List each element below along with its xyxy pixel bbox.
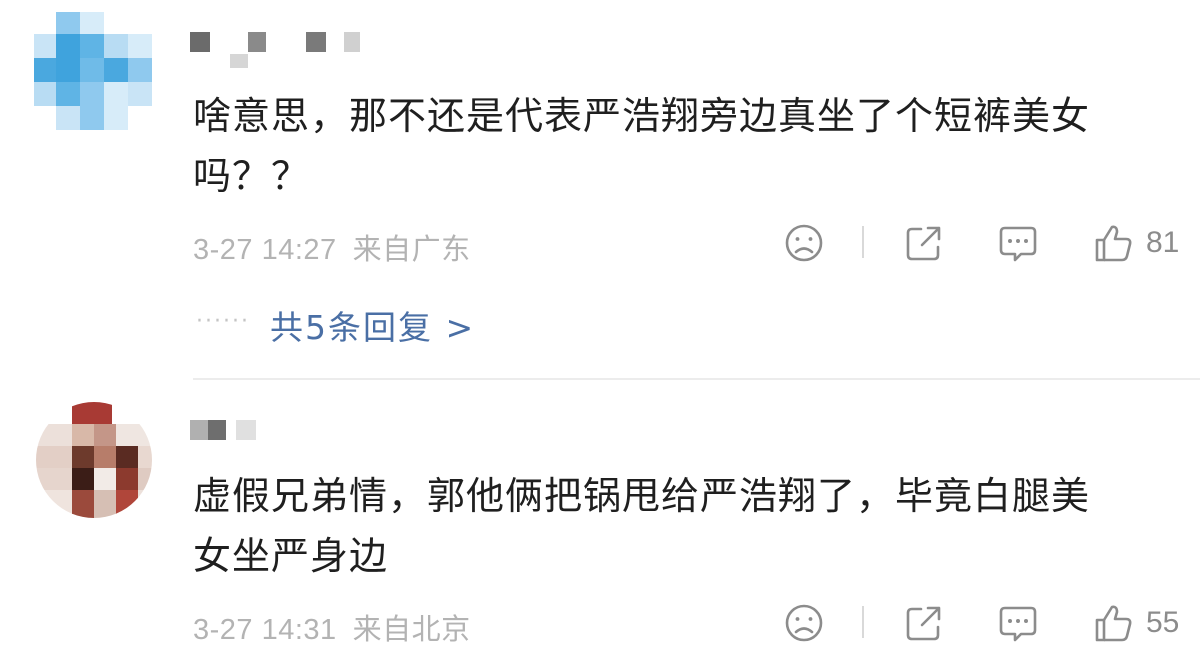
location: 来自北京	[352, 612, 471, 646]
share-button[interactable]	[902, 598, 946, 648]
comment-text-line: 啥意思，那不还是代表严浩翔旁边真坐了个短裤美女	[193, 94, 1091, 138]
like-count: 55	[1146, 606, 1180, 639]
comment-icon	[996, 221, 1040, 265]
avatar[interactable]	[34, 12, 152, 130]
comment-text-line: 女坐严身边	[193, 534, 389, 578]
like-icon	[1092, 601, 1136, 645]
like-button[interactable]: 81	[1092, 218, 1179, 268]
comment-text-line: 吗？？	[193, 154, 311, 198]
dislike-icon	[782, 601, 826, 645]
comment-button[interactable]	[996, 218, 1040, 268]
dislike-icon	[782, 221, 826, 265]
share-icon	[902, 601, 946, 645]
timestamp: 3-27 14:27	[193, 234, 337, 266]
replies-dots: ······	[196, 308, 250, 334]
avatar[interactable]	[36, 402, 152, 518]
location: 来自广东	[352, 232, 471, 266]
dislike-button[interactable]	[782, 218, 826, 268]
action-divider	[862, 606, 864, 638]
view-replies-link[interactable]: ······ 共5条回复 >	[196, 300, 475, 350]
timestamp: 3-27 14:31	[193, 614, 337, 646]
comment-text: 虚假兄弟情，郭他俩把锅甩给严浩翔了，毕竟白腿美 女坐严身边	[193, 466, 1173, 586]
comment-button[interactable]	[996, 598, 1040, 648]
comment-item: 啥意思，那不还是代表严浩翔旁边真坐了个短裤美女 吗？？ 3-27 14:27 来自…	[0, 0, 1200, 380]
comment-item: 虚假兄弟情，郭他俩把锅甩给严浩翔了，毕竟白腿美 女坐严身边 3-27 14:31…	[0, 380, 1200, 646]
share-button[interactable]	[902, 218, 946, 268]
comment-icon	[996, 601, 1040, 645]
like-icon	[1092, 221, 1136, 265]
like-count: 81	[1146, 226, 1180, 259]
username[interactable]	[190, 32, 370, 68]
comment-text: 啥意思，那不还是代表严浩翔旁边真坐了个短裤美女 吗？？	[193, 86, 1173, 206]
dislike-button[interactable]	[782, 598, 826, 648]
action-bar: 55	[782, 598, 1200, 648]
comment-text-line: 虚假兄弟情，郭他俩把锅甩给严浩翔了，毕竟白腿美	[193, 474, 1091, 518]
action-divider	[862, 226, 864, 258]
comment-meta: 3-27 14:31 来自北京	[193, 606, 471, 648]
like-button[interactable]: 55	[1092, 598, 1179, 648]
action-bar: 81	[782, 218, 1200, 268]
username[interactable]	[190, 420, 270, 444]
replies-label: 共5条回复 >	[269, 308, 476, 347]
comment-meta: 3-27 14:27 来自广东	[193, 226, 471, 268]
share-icon	[902, 221, 946, 265]
